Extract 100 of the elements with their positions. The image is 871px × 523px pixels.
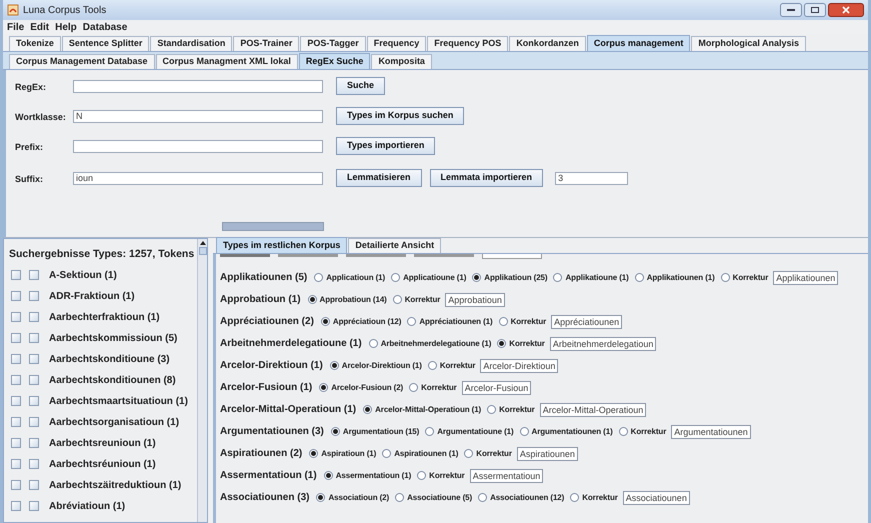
tab[interactable]: Sentence Splitter <box>62 36 150 51</box>
radio-button[interactable] <box>570 493 580 502</box>
radio-button[interactable] <box>407 317 416 326</box>
checkbox[interactable] <box>29 270 39 280</box>
option-label[interactable]: Associatiounen (12) <box>490 492 564 504</box>
menu-item[interactable]: File <box>7 20 24 34</box>
tab[interactable]: Frequency POS <box>427 36 508 51</box>
text-field[interactable]: N <box>73 110 323 123</box>
checkbox[interactable] <box>29 501 39 512</box>
result-item[interactable]: Aarbechtskommissioun (5) <box>49 330 178 346</box>
correction-field[interactable]: Applikatiounen <box>773 270 838 284</box>
option-label[interactable]: Arbeitnehmerdelegatioune (1) <box>380 338 492 350</box>
result-item[interactable]: A-Sektioun (1) <box>49 268 117 283</box>
radio-button[interactable] <box>634 273 644 282</box>
button[interactable]: Types importieren <box>336 137 436 155</box>
radio-button[interactable] <box>368 339 378 348</box>
correction-field[interactable]: Aspiratiounen <box>516 446 578 460</box>
option-label[interactable]: Korrektur <box>440 360 476 372</box>
radio-button[interactable] <box>320 317 330 326</box>
result-item[interactable]: Abréviatioun (1) <box>49 498 126 514</box>
radio-button[interactable] <box>720 273 730 282</box>
radio-button[interactable] <box>428 361 437 370</box>
maximize-button[interactable] <box>804 3 826 17</box>
menu-item[interactable]: Help <box>55 20 77 34</box>
checkbox[interactable] <box>29 417 39 428</box>
option-label[interactable]: Korrektur <box>582 492 618 504</box>
correction-field[interactable]: Arcelor-Direktioun <box>480 358 558 372</box>
checkbox[interactable] <box>29 396 39 406</box>
radio-button[interactable] <box>392 295 402 304</box>
option-label[interactable]: Korrektur <box>421 382 457 394</box>
option-label[interactable]: Arcelor-Fusioun (2) <box>331 382 404 394</box>
radio-button[interactable] <box>308 295 317 304</box>
checkbox[interactable] <box>29 291 39 302</box>
option-label[interactable]: Applikatioune (1) <box>565 272 629 284</box>
checkbox[interactable] <box>11 438 21 448</box>
checkbox[interactable] <box>11 417 21 428</box>
option-label[interactable]: Argumentatioun (15) <box>342 426 420 438</box>
radio-button[interactable] <box>409 383 418 392</box>
button[interactable]: Types im Korpus suchen <box>336 107 464 125</box>
radio-button[interactable] <box>309 449 318 458</box>
checkbox[interactable] <box>29 480 39 490</box>
menu-item[interactable]: Edit <box>30 20 50 34</box>
option-label[interactable]: Associatioune (5) <box>407 492 472 504</box>
option-label[interactable]: Korrektur <box>404 294 440 306</box>
result-item[interactable]: Aarbechtskonditiounen (8) <box>49 372 176 388</box>
checkbox[interactable] <box>11 501 21 512</box>
radio-button[interactable] <box>497 339 506 348</box>
option-label[interactable]: Korrektur <box>510 316 546 328</box>
scroll-thumb[interactable] <box>198 247 206 255</box>
option-label[interactable]: Argumentatiounen (1) <box>532 426 613 438</box>
text-field[interactable]: ioun <box>73 172 323 185</box>
tab[interactable]: POS-Trainer <box>233 36 300 51</box>
option-label[interactable]: Appréciatiounen (1) <box>419 316 493 328</box>
option-label[interactable]: Arcelor-Direktioun (1) <box>342 360 422 372</box>
scroll-up-icon[interactable] <box>200 241 206 245</box>
radio-button[interactable] <box>498 317 508 326</box>
correction-field[interactable]: Arcelor-Fusioun <box>462 380 532 394</box>
result-item[interactable]: Aarbechterfraktioun (1) <box>49 310 160 325</box>
tab[interactable]: Corpus Managment XML lokal <box>156 54 298 69</box>
tab[interactable]: Frequency <box>366 36 426 51</box>
checkbox[interactable] <box>29 459 39 470</box>
tab[interactable]: Morphological Analysis <box>691 36 806 51</box>
close-button[interactable] <box>828 3 864 17</box>
radio-button[interactable] <box>316 493 326 502</box>
checkbox[interactable] <box>29 375 39 386</box>
correction-field[interactable]: Arcelor-Mittal-Operatioun <box>540 402 646 416</box>
radio-button[interactable] <box>417 471 426 480</box>
correction-field[interactable]: Arbeitnehmerdelegatioun <box>550 336 656 350</box>
option-label[interactable]: Korrektur <box>429 470 465 482</box>
option-label[interactable]: Arcelor-Mittal-Operatioun (1) <box>375 404 482 416</box>
radio-button[interactable] <box>391 273 400 282</box>
button[interactable]: Lemmatisieren <box>336 169 422 187</box>
option-label[interactable]: Korrektur <box>499 404 535 416</box>
radio-button[interactable] <box>478 493 488 502</box>
tab[interactable]: POS-Tagger <box>300 36 366 51</box>
option-label[interactable]: Korrektur <box>509 338 545 350</box>
result-item[interactable]: Aarbechtsreunioun (1) <box>49 436 156 451</box>
checkbox[interactable] <box>11 270 21 280</box>
tab[interactable]: Standardisation <box>150 36 232 51</box>
radio-button[interactable] <box>472 273 482 282</box>
radio-button[interactable] <box>363 405 372 414</box>
option-label[interactable]: Korrektur <box>630 426 666 438</box>
correction-field[interactable]: Assermentatioun <box>470 468 544 482</box>
result-item[interactable]: Aarbechtsréunioun (1) <box>49 456 156 472</box>
tab[interactable]: Types im restlichen Korpus <box>216 237 348 253</box>
text-field[interactable] <box>73 80 323 93</box>
correction-field[interactable]: Appréciatiounen <box>551 314 622 328</box>
checkbox[interactable] <box>11 312 21 322</box>
option-label[interactable]: Applicatioun (1) <box>326 272 386 284</box>
correction-field[interactable]: Associatiounen <box>622 490 690 504</box>
correction-field[interactable]: Argumentatiounen <box>671 424 751 438</box>
correction-field[interactable]: Approbatioun <box>445 292 505 306</box>
tab[interactable]: Tokenize <box>9 36 61 51</box>
checkbox[interactable] <box>11 459 21 470</box>
checkbox[interactable] <box>29 354 39 364</box>
checkbox[interactable] <box>11 480 21 490</box>
result-item[interactable]: Aarbechtsmaartsituatioun (1) <box>49 394 188 409</box>
option-label[interactable]: Applicatioune (1) <box>403 272 466 284</box>
checkbox[interactable] <box>29 333 39 344</box>
tab[interactable]: Corpus Management Database <box>9 54 155 69</box>
